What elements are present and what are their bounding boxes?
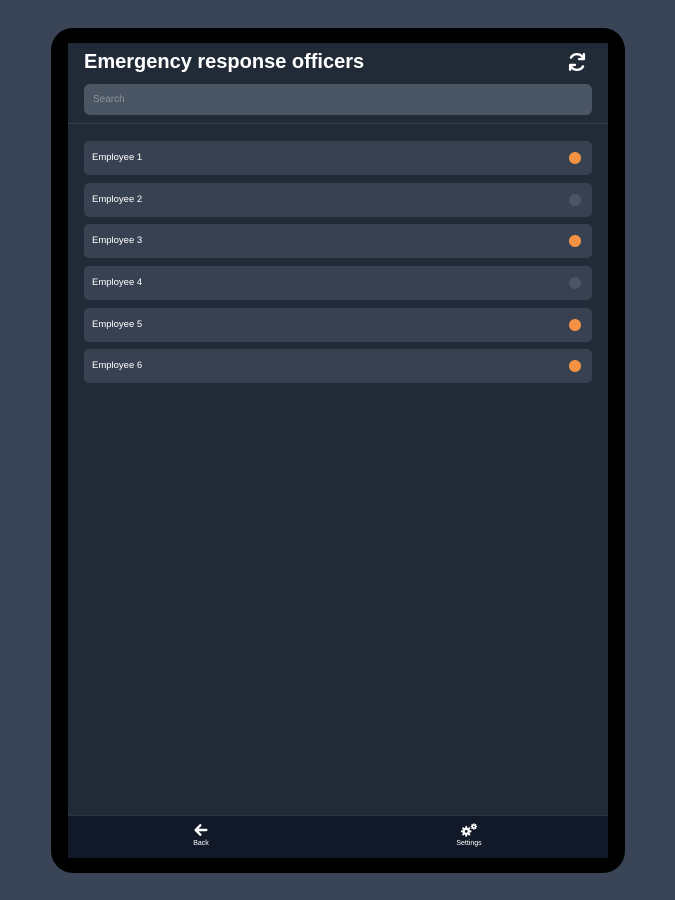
list-item-employee-6[interactable]: Employee 6 [84, 349, 592, 384]
employee-name: Employee 1 [92, 152, 143, 163]
employee-name: Employee 3 [92, 235, 143, 247]
status-dot [569, 152, 581, 164]
page-title: Emergency response officers [84, 51, 365, 73]
status-dot [569, 360, 581, 373]
back-button[interactable]: Back [161, 822, 241, 847]
employee-name: Employee 5 [92, 318, 143, 330]
employee-name: Employee 6 [92, 360, 143, 372]
status-dot [569, 277, 581, 290]
status-dot [569, 235, 581, 248]
arrow-left-icon [161, 822, 241, 838]
list-item-employee-3[interactable]: Employee 3 [84, 224, 592, 259]
settings-label: Settings [456, 840, 482, 847]
employee-name: Employee 4 [92, 277, 143, 289]
employee-list: Employee 1 Employee 2 Employee 3 Employe… [84, 141, 592, 391]
tablet-frame: Emergency response officers Employee 1 E… [51, 28, 625, 873]
list-item-employee-5[interactable]: Employee 5 [84, 307, 592, 342]
list-item-employee-1[interactable]: Employee 1 [84, 141, 592, 175]
gears-icon [429, 822, 509, 838]
list-item-employee-4[interactable]: Employee 4 [84, 266, 592, 301]
back-label: Back [193, 840, 209, 847]
status-dot [569, 318, 581, 331]
status-dot [569, 193, 581, 206]
refresh-icon[interactable] [566, 51, 588, 73]
header: Emergency response officers [68, 43, 608, 124]
settings-button[interactable]: Settings [429, 822, 509, 847]
list-item-employee-2[interactable]: Employee 2 [84, 182, 592, 217]
employee-name: Employee 2 [92, 193, 143, 205]
bottom-nav: Back Settings [68, 815, 608, 858]
search-input[interactable] [84, 84, 592, 115]
app-screen: Emergency response officers Employee 1 E… [68, 43, 608, 858]
